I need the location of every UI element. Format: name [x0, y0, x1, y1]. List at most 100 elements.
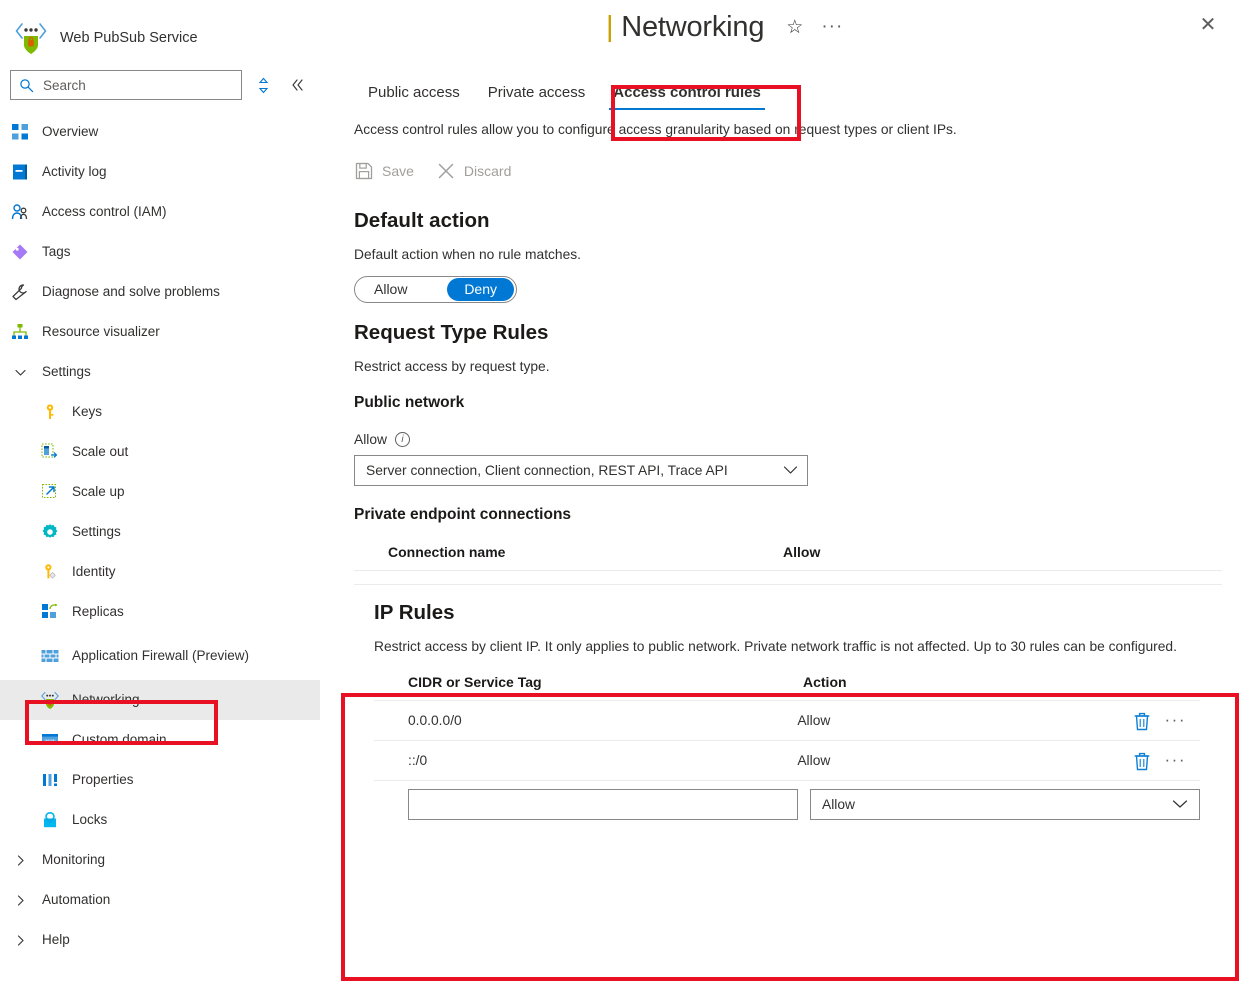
save-button[interactable]: Save — [354, 161, 414, 181]
resource-title: Web PubSub Service — [60, 30, 198, 46]
trash-icon[interactable] — [1133, 711, 1151, 731]
sidebar-item-label: Scale out — [72, 444, 129, 460]
table-row[interactable]: 0.0.0.0/0 Allow ··· — [374, 701, 1200, 741]
default-action-option-deny[interactable]: Deny — [447, 278, 514, 301]
sort-icon[interactable] — [250, 72, 276, 98]
private-endpoint-connections-heading: Private endpoint connections — [354, 506, 572, 523]
search-input[interactable] — [41, 76, 233, 94]
sidebar-item-application-firewall[interactable]: Application Firewall (Preview) — [0, 632, 320, 680]
star-icon[interactable]: ☆ — [786, 16, 803, 39]
search-box[interactable] — [10, 70, 242, 100]
wrench-icon — [10, 282, 30, 302]
sidebar-item-scale-up[interactable]: Scale up — [0, 472, 320, 512]
public-network-allow-label: Allow — [354, 432, 387, 447]
resource-visualizer-icon — [10, 322, 30, 342]
sidebar-group-help[interactable]: Help — [0, 920, 320, 960]
blade-title-row: | Networking ☆ ··· ✕ — [320, 0, 1246, 48]
column-allow: Allow — [783, 544, 821, 560]
sidebar-group-automation[interactable]: Automation — [0, 880, 320, 920]
new-action-dropdown[interactable]: Allow — [810, 788, 1200, 820]
sidebar-item-activity-log[interactable]: Activity log — [0, 152, 320, 192]
sidebar-item-label: Keys — [72, 404, 103, 420]
ip-rules-description: Restrict access by client IP. It only ap… — [374, 639, 1177, 654]
public-network-allow-label-row: Allow i — [354, 432, 1222, 447]
discard-button[interactable]: Discard — [436, 161, 511, 181]
tags-icon — [10, 242, 30, 262]
ip-rules-table: CIDR or Service Tag Action 0.0.0.0/0 All… — [374, 668, 1200, 827]
sidebar-item-settings[interactable]: Settings — [0, 512, 320, 552]
default-action-description: Default action when no rule matches. — [354, 247, 582, 262]
sidebar-item-locks[interactable]: Locks — [0, 800, 320, 840]
sidebar-item-label: Access control (IAM) — [42, 204, 167, 220]
sidebar-group-settings[interactable]: Settings — [0, 352, 320, 392]
sidebar-item-label: Tags — [42, 244, 71, 260]
trash-icon[interactable] — [1133, 751, 1151, 771]
discard-x-icon — [436, 161, 456, 181]
sidebar-item-networking[interactable]: Networking — [0, 680, 320, 720]
sidebar-item-access-control[interactable]: Access control (IAM) — [0, 192, 320, 232]
save-icon — [354, 161, 374, 181]
sidebar-item-keys[interactable]: Keys — [0, 392, 320, 432]
firewall-icon — [40, 646, 60, 666]
ip-rules-section: IP Rules Restrict access by client IP. I… — [354, 585, 1222, 827]
public-network-allow-value: Server connection, Client connection, RE… — [366, 463, 728, 478]
public-network-heading: Public network — [354, 394, 465, 411]
sidebar-item-label: Locks — [72, 812, 108, 828]
ellipsis-icon[interactable]: ··· — [1165, 712, 1186, 728]
tab-public-access[interactable]: Public access — [354, 84, 474, 110]
content-area: Access control rules allow you to config… — [320, 122, 1246, 827]
sidebar-item-diagnose[interactable]: Diagnose and solve problems — [0, 272, 320, 312]
close-icon[interactable]: ✕ — [1192, 8, 1224, 40]
tab-private-access[interactable]: Private access — [474, 84, 600, 110]
sidebar-group-monitoring[interactable]: Monitoring — [0, 840, 320, 880]
discard-label: Discard — [463, 163, 512, 179]
tab-access-control-rules[interactable]: Access control rules — [599, 84, 775, 110]
sidebar-item-identity[interactable]: Identity — [0, 552, 320, 592]
sidebar-item-resource-visualizer[interactable]: Resource visualizer — [0, 312, 320, 352]
cell-action: Allow — [797, 713, 831, 728]
sidebar-item-label: Application Firewall (Preview) — [72, 648, 250, 664]
sidebar-item-overview[interactable]: Overview — [0, 112, 320, 152]
chevron-right-icon — [10, 890, 30, 910]
blade-content: | Networking ☆ ··· ✕ Public access Priva… — [320, 0, 1246, 984]
sidebar-item-replicas[interactable]: Replicas — [0, 592, 320, 632]
sidebar-item-label: Activity log — [42, 164, 107, 180]
networking-icon — [40, 690, 60, 710]
table-header-row: Connection name Allow — [354, 538, 1222, 571]
azure-portal-blade: Web PubSub Service Search Overview Activ… — [0, 0, 1246, 984]
ellipsis-icon[interactable]: ··· — [821, 18, 843, 36]
collapse-double-chevron-icon[interactable] — [284, 72, 310, 98]
sidebar-item-tags[interactable]: Tags — [0, 232, 320, 272]
info-icon[interactable]: i — [394, 432, 410, 447]
sidebar-item-custom-domain[interactable]: www Custom domain — [0, 720, 320, 760]
private-endpoint-empty-body — [354, 571, 1222, 585]
scale-out-icon — [40, 442, 60, 462]
request-type-rules-description: Restrict access by request type. — [354, 359, 550, 374]
sidebar-item-scale-out[interactable]: Scale out — [0, 432, 320, 472]
lock-icon — [40, 810, 60, 830]
custom-domain-icon: www — [40, 730, 60, 750]
sidebar-item-label: Resource visualizer — [42, 324, 160, 340]
resource-header: Web PubSub Service — [0, 0, 320, 62]
default-action-option-allow[interactable]: Allow — [357, 278, 424, 301]
sidebar-nav: Overview Activity log Access control (IA… — [0, 112, 320, 960]
table-row[interactable]: ::/0 Allow ··· — [374, 741, 1200, 781]
default-action-toggle[interactable]: Allow Deny — [354, 276, 517, 303]
sidebar-item-properties[interactable]: Properties — [0, 760, 320, 800]
ellipsis-icon[interactable]: ··· — [1165, 752, 1186, 768]
ip-rules-new-row: Allow — [374, 781, 1200, 827]
sidebar-item-label: Diagnose and solve problems — [42, 284, 220, 300]
replicas-icon — [40, 602, 60, 622]
new-cidr-input[interactable] — [408, 788, 798, 820]
new-action-value: Allow — [822, 796, 855, 812]
sidebar-item-label: Overview — [42, 124, 99, 140]
chevron-down-icon — [783, 464, 798, 478]
gear-icon — [40, 522, 60, 542]
properties-icon — [40, 770, 60, 790]
public-network-allow-dropdown[interactable]: Server connection, Client connection, RE… — [354, 455, 808, 486]
web-pubsub-icon — [14, 20, 48, 56]
search-icon — [19, 78, 34, 93]
sidebar-item-label: Settings — [42, 364, 91, 380]
identity-key-icon — [40, 562, 60, 582]
column-action: Action — [803, 674, 847, 690]
